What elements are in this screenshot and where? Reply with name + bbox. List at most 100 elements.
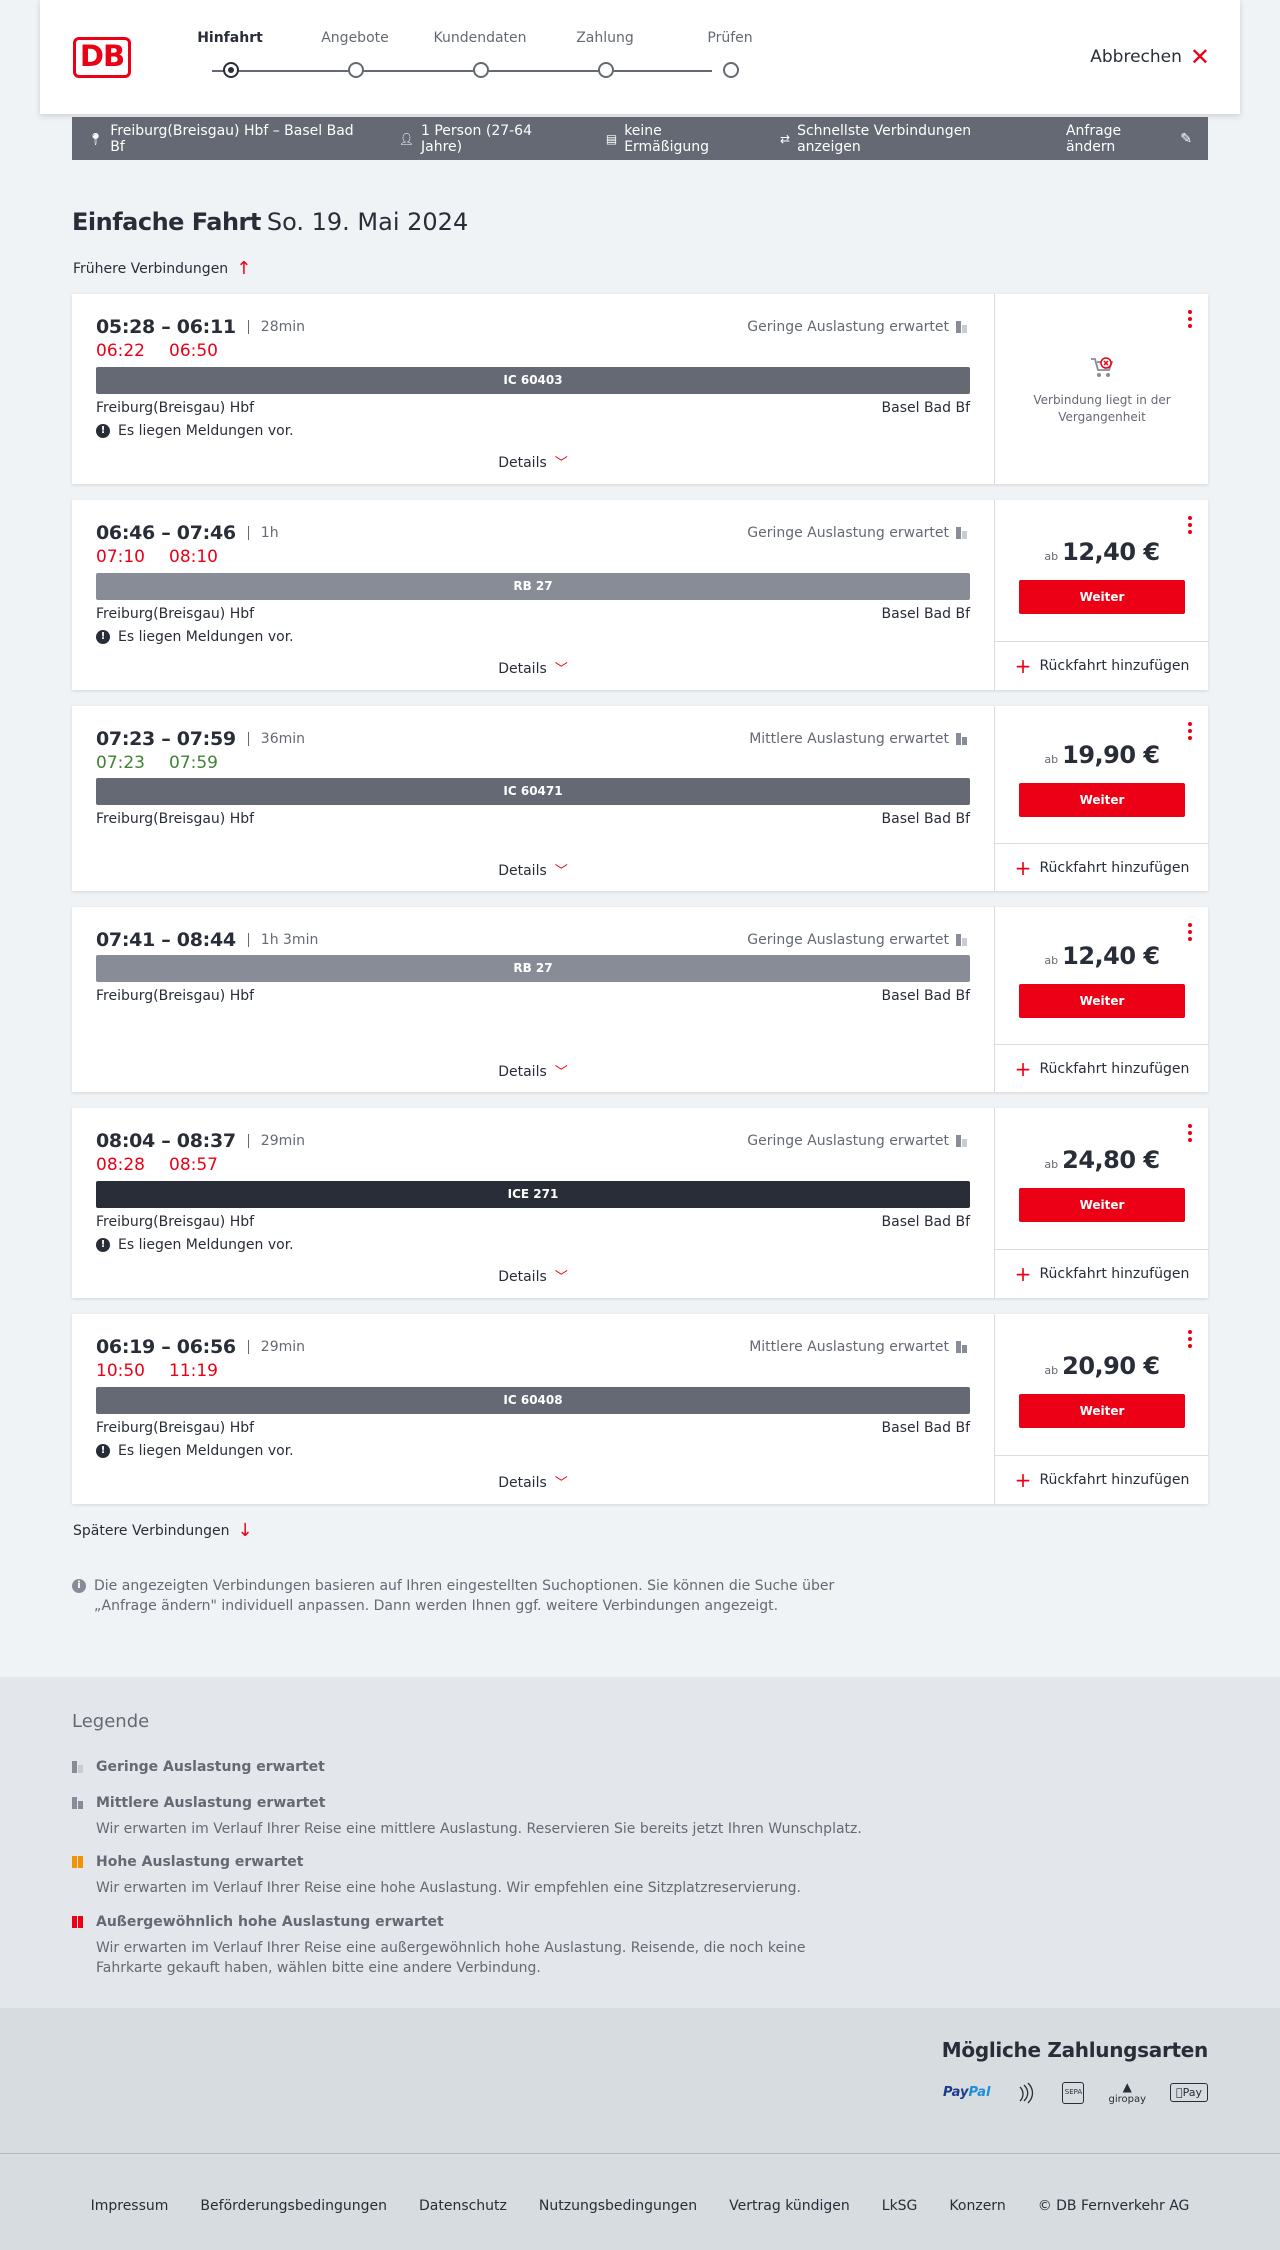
plus-icon: + xyxy=(1014,1262,1032,1286)
duration: 1h 3min xyxy=(247,933,318,947)
db-logo[interactable]: DB xyxy=(73,37,131,78)
details-button[interactable]: Details ﹀ xyxy=(72,860,994,879)
details-button[interactable]: Details ﹀ xyxy=(72,1061,994,1080)
occupancy-text: Geringe Auslastung erwartet xyxy=(747,319,949,335)
footer-link-nutzung[interactable]: Nutzungsbedingungen xyxy=(539,2198,697,2214)
details-button[interactable]: Details ﹀ xyxy=(72,1472,994,1491)
to-station: Basel Bad Bf xyxy=(881,811,970,827)
earlier-connections-button[interactable]: Frühere Verbindungen ↑ xyxy=(73,258,251,279)
message-notice[interactable]: ! Es liegen Meldungen vor. xyxy=(96,1443,294,1459)
footer-link-impressum[interactable]: Impressum xyxy=(91,2198,169,2214)
footer-link-datenschutz[interactable]: Datenschutz xyxy=(419,2198,507,2214)
applepay-label: Pay xyxy=(1182,2086,1202,2099)
footer-link-kuendigen[interactable]: Vertrag kündigen xyxy=(729,2198,850,2214)
more-options-icon[interactable] xyxy=(1188,1330,1192,1348)
more-options-icon[interactable] xyxy=(1188,923,1192,941)
past-text: Verbindung liegt in der Vergangenheit xyxy=(1033,393,1171,424)
message-notice[interactable]: ! Es liegen Meldungen vor. xyxy=(96,629,294,645)
message-notice[interactable]: ! Es liegen Meldungen vor. xyxy=(96,423,294,439)
trip-type: Einfache Fahrt xyxy=(72,208,261,236)
train-bar[interactable]: IC 60471 xyxy=(96,778,970,805)
legend-item-extreme: Außergewöhnlich hohe Auslastung erwartet… xyxy=(72,1914,872,1978)
stations: Freiburg(Breisgau) Hbf Basel Bad Bf xyxy=(96,400,970,416)
time-range: 06:19 – 06:56 xyxy=(96,1336,236,1358)
connection-card: 08:04 – 08:37 29min Geringe Auslastung er… xyxy=(72,1108,1209,1298)
footer-copyright: © DB Fernverkehr AG xyxy=(1037,2198,1190,2214)
occupancy-text: Geringe Auslastung erwartet xyxy=(747,932,949,948)
exclamation-icon: ! xyxy=(96,1444,110,1458)
price-panel: ab 19,90 € Weiter + Rückfahrt hinzufügen xyxy=(994,706,1209,891)
details-label: Details xyxy=(498,1269,547,1285)
more-options-icon[interactable] xyxy=(1188,516,1192,534)
to-station: Basel Bad Bf xyxy=(881,1420,970,1436)
occupancy-low-icon xyxy=(956,321,970,333)
train-bar[interactable]: IC 60403 xyxy=(96,367,970,394)
add-return-button[interactable]: + Rückfahrt hinzufügen xyxy=(995,1455,1209,1504)
price: ab 12,40 € xyxy=(995,538,1209,566)
later-label: Spätere Verbindungen xyxy=(73,1522,230,1539)
occupancy-text: Mittlere Auslastung erwartet xyxy=(749,1339,949,1355)
occupancy-info: Geringe Auslastung erwartet xyxy=(747,525,970,541)
weiter-button[interactable]: Weiter xyxy=(1019,984,1185,1018)
connection-card: 05:28 – 06:11 28min Geringe Auslastung er… xyxy=(72,294,1208,484)
change-request-button[interactable]: Anfrage ändern ✎ xyxy=(1066,123,1192,155)
weiter-button[interactable]: Weiter xyxy=(1019,1394,1185,1428)
time-range: 06:46 – 07:46 xyxy=(96,522,236,544)
footer-link-lksg[interactable]: LkSG xyxy=(882,2198,918,2214)
giropay-logo: ▲ giropay xyxy=(1108,2080,1146,2105)
later-connections-button[interactable]: Spätere Verbindungen ↓ xyxy=(73,1520,253,1541)
legend-item-desc: Wir erwarten im Verlauf Ihrer Reise eine… xyxy=(96,1880,801,1896)
chevron-down-icon: ﹀ xyxy=(554,864,568,879)
add-return-button[interactable]: + Rückfahrt hinzufügen xyxy=(995,843,1209,891)
price-prefix: ab xyxy=(1044,753,1059,766)
details-button[interactable]: Details ﹀ xyxy=(72,452,994,471)
weiter-button[interactable]: Weiter xyxy=(1019,580,1185,614)
add-return-button[interactable]: + Rückfahrt hinzufügen xyxy=(995,1044,1209,1092)
stepper-line xyxy=(212,70,712,72)
fastest-toggle[interactable]: ⇄ Schnellste Verbindungen anzeigen xyxy=(780,123,1034,155)
earlier-label: Frühere Verbindungen xyxy=(73,260,229,277)
price-value: 20,90 € xyxy=(1062,1352,1160,1380)
occupancy-text: Geringe Auslastung erwartet xyxy=(747,1133,949,1149)
progress-stepper: Hinfahrt Angebote Kundendaten Zahlung Pr… xyxy=(170,30,753,90)
realtime-arrival: 08:57 xyxy=(169,1155,218,1175)
price: ab 20,90 € xyxy=(995,1352,1209,1380)
more-options-icon[interactable] xyxy=(1188,1124,1192,1142)
connection-times: 05:28 – 06:11 28min xyxy=(96,316,305,338)
price-panel: Verbindung liegt in der Vergangenheit xyxy=(994,294,1208,484)
arrow-down-icon: ↓ xyxy=(237,1520,253,1541)
occupancy-text: Geringe Auslastung erwartet xyxy=(747,525,949,541)
train-bar[interactable]: ICE 271 xyxy=(96,1181,970,1208)
cancel-button[interactable]: Abbrechen ✕ xyxy=(1090,45,1210,69)
price-value: 12,40 € xyxy=(1062,538,1160,566)
more-options-icon[interactable] xyxy=(1188,722,1192,740)
from-station: Freiburg(Breisgau) Hbf xyxy=(96,606,255,622)
price: ab 24,80 € xyxy=(995,1146,1209,1174)
realtime-times: 07:23 07:59 xyxy=(96,753,218,773)
details-button[interactable]: Details ﹀ xyxy=(72,1266,994,1285)
add-return-button[interactable]: + Rückfahrt hinzufügen xyxy=(995,1249,1209,1298)
train-bar[interactable]: RB 27 xyxy=(96,955,970,982)
train-bar[interactable]: IC 60408 xyxy=(96,1387,970,1414)
realtime-departure: 10:50 xyxy=(96,1361,145,1381)
connection-card: 07:23 – 07:59 36min Mittlere Auslastung e… xyxy=(72,706,1209,891)
weiter-button[interactable]: Weiter xyxy=(1019,783,1185,817)
more-options-icon[interactable] xyxy=(1188,310,1192,328)
weiter-button[interactable]: Weiter xyxy=(1019,1188,1185,1222)
info-icon: i xyxy=(72,1579,86,1593)
person-icon: 👤︎ xyxy=(398,131,414,146)
step-label: Prüfen xyxy=(707,30,753,46)
footer-link-konzern[interactable]: Konzern xyxy=(949,2198,1005,2214)
train-bar[interactable]: RB 27 xyxy=(96,573,970,600)
return-label: Rückfahrt hinzufügen xyxy=(1039,1472,1190,1488)
connection-details: 06:46 – 07:46 1h Geringe Auslastung erwar… xyxy=(72,500,994,690)
footer: Impressum Beförderungsbedingungen Datens… xyxy=(0,2153,1280,2250)
add-return-button[interactable]: + Rückfahrt hinzufügen xyxy=(995,641,1209,690)
return-label: Rückfahrt hinzufügen xyxy=(1039,1060,1190,1077)
realtime-departure: 07:10 xyxy=(96,547,145,567)
details-label: Details xyxy=(498,1064,547,1080)
message-notice[interactable]: ! Es liegen Meldungen vor. xyxy=(96,1237,294,1253)
details-button[interactable]: Details ﹀ xyxy=(72,658,994,677)
footer-link-befoerderung[interactable]: Beförderungsbedingungen xyxy=(200,2198,387,2214)
realtime-departure: 08:28 xyxy=(96,1155,145,1175)
